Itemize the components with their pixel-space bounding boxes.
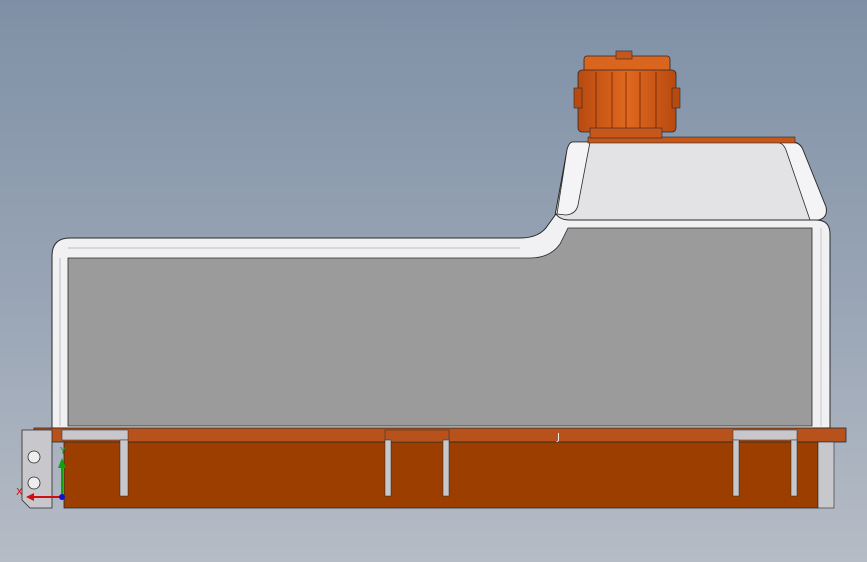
triad-x-label: X [16,487,23,498]
triad-y-label: Y [59,446,67,457]
connector-icon [573,50,681,139]
mounting-plate: J [33,427,847,509]
housing-main-body [51,213,831,429]
cad-viewport[interactable]: J Y X [0,0,867,562]
annotation-mark: J [556,432,560,443]
cad-model-view[interactable]: J Y X [0,0,867,562]
housing-upper-section [554,136,827,221]
